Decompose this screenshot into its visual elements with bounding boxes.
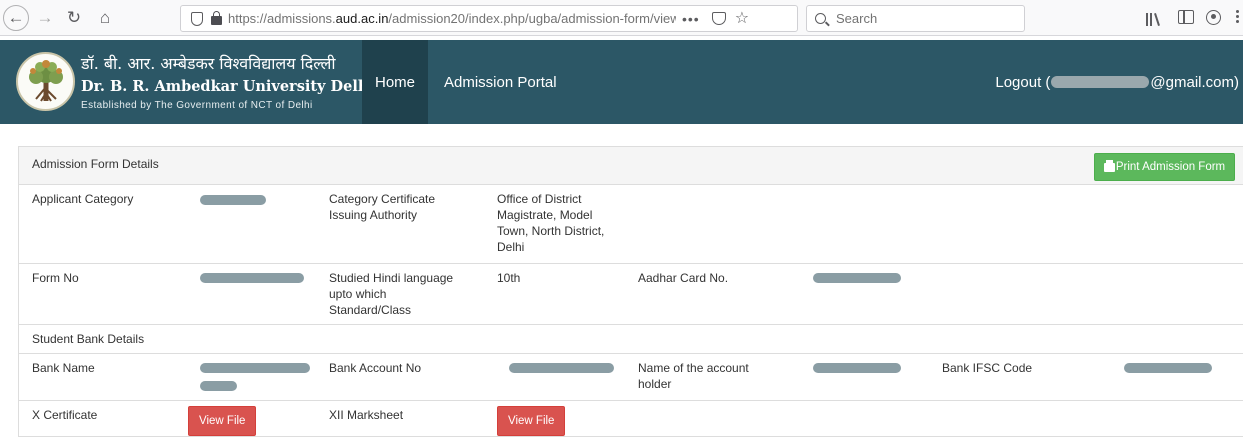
tracking-shield-icon[interactable] — [191, 11, 203, 26]
redacted-value — [200, 273, 304, 284]
ifsc-label: Bank IFSC Code — [929, 353, 1105, 401]
lock-icon[interactable] — [211, 11, 222, 25]
bank-section-label: Student Bank Details — [19, 324, 1243, 354]
applicant-category-label: Applicant Category — [19, 185, 175, 264]
search-icon — [815, 13, 826, 24]
aadhar-label: Aadhar Card No. — [625, 263, 788, 325]
logout-link[interactable]: Logout ( @gmail.com) — [995, 40, 1239, 124]
print-button-label: Print Admission Form — [1115, 161, 1226, 173]
view-file-button[interactable]: View File — [188, 405, 257, 436]
redacted-value — [200, 363, 310, 374]
table-row: X Certificate View File XII Marksheet Vi… — [19, 400, 1243, 437]
applicant-category-value — [175, 185, 316, 264]
category-authority-value: Office of District Magistrate, Model Tow… — [484, 185, 625, 264]
category-authority-label: Category Certificate Issuing Authority — [316, 185, 484, 264]
table-row: Applicant Category Category Certificate … — [19, 185, 1243, 264]
redacted-email — [1051, 76, 1150, 88]
admission-form-panel: Admission Form Details Print Admission F… — [18, 146, 1243, 437]
university-name-english: Dr. B. R. Ambedkar University Delhi — [81, 78, 374, 95]
redacted-value — [1124, 363, 1212, 374]
view-file-button[interactable]: View File — [497, 405, 566, 436]
redacted-value — [813, 273, 901, 284]
form-no-value — [175, 263, 316, 325]
logout-label: Logout ( — [995, 73, 1051, 91]
forward-arrow-icon[interactable]: → — [33, 6, 57, 30]
sidebar-toggle-icon[interactable] — [1178, 10, 1194, 24]
panel-title: Admission Form Details — [32, 157, 159, 171]
url-bar[interactable]: https://admissions.aud.ac.in/admission20… — [180, 5, 798, 32]
reload-icon[interactable]: ↻ — [62, 6, 86, 30]
details-table: Applicant Category Category Certificate … — [19, 185, 1243, 437]
nav-home[interactable]: Home — [362, 40, 428, 124]
xii-marksheet-label: XII Marksheet — [316, 400, 484, 437]
aadhar-value — [788, 263, 929, 325]
university-established-text: Established by The Government of NCT of … — [81, 100, 313, 111]
panel-heading: Admission Form Details Print Admission F… — [19, 147, 1243, 185]
overflow-menu-icon[interactable] — [1236, 10, 1240, 26]
account-holder-label: Name of the account holder — [625, 353, 788, 401]
x-certificate-value: View File — [175, 400, 316, 437]
logout-email-suffix: @gmail.com) — [1150, 73, 1239, 91]
table-row: Student Bank Details — [19, 324, 1243, 354]
ifsc-value — [1105, 353, 1243, 401]
x-certificate-label: X Certificate — [19, 400, 175, 437]
table-row: Form No Studied Hindi language upto whic… — [19, 263, 1243, 325]
bank-name-value — [175, 353, 316, 401]
bank-account-value — [484, 353, 625, 401]
bookmark-star-icon[interactable]: ☆ — [735, 10, 749, 27]
library-icon[interactable] — [1146, 10, 1162, 26]
url-text[interactable]: https://admissions.aud.ac.in/admission20… — [228, 11, 676, 26]
nav-admission-portal[interactable]: Admission Portal — [444, 40, 557, 124]
redacted-value — [813, 363, 901, 374]
account-icon[interactable] — [1206, 10, 1221, 25]
redacted-value — [200, 381, 237, 392]
browser-toolbar: ← → ↻ ⌂ https://admissions.aud.ac.in/adm… — [0, 0, 1243, 36]
search-input[interactable]: Search — [806, 5, 1025, 32]
bank-account-label: Bank Account No — [316, 353, 484, 401]
site-header: डॉ. बी. आर. अम्बेडकर विश्वविद्यालय दिल्ल… — [0, 40, 1243, 124]
pocket-icon[interactable] — [711, 12, 726, 25]
hindi-studied-label: Studied Hindi language upto which Standa… — [316, 263, 484, 325]
page-actions-menu-icon[interactable]: ••• — [682, 11, 700, 27]
form-no-label: Form No — [19, 263, 175, 325]
home-icon[interactable]: ⌂ — [93, 6, 117, 30]
account-holder-value — [788, 353, 929, 401]
university-logo-icon[interactable] — [16, 52, 75, 111]
redacted-value — [509, 363, 614, 374]
search-placeholder: Search — [836, 11, 878, 26]
hindi-studied-value: 10th — [484, 263, 625, 325]
xii-marksheet-value: View File — [484, 400, 625, 437]
printer-icon — [1103, 159, 1115, 172]
bank-name-label: Bank Name — [19, 353, 175, 401]
table-row: Bank Name Bank Account No Name of the ac… — [19, 353, 1243, 401]
print-admission-form-button[interactable]: Print Admission Form — [1094, 153, 1235, 181]
redacted-value — [200, 194, 266, 205]
back-arrow-icon[interactable]: ← — [3, 5, 29, 31]
university-name-hindi: डॉ. बी. आर. अम्बेडकर विश्वविद्यालय दिल्ल… — [81, 54, 336, 73]
